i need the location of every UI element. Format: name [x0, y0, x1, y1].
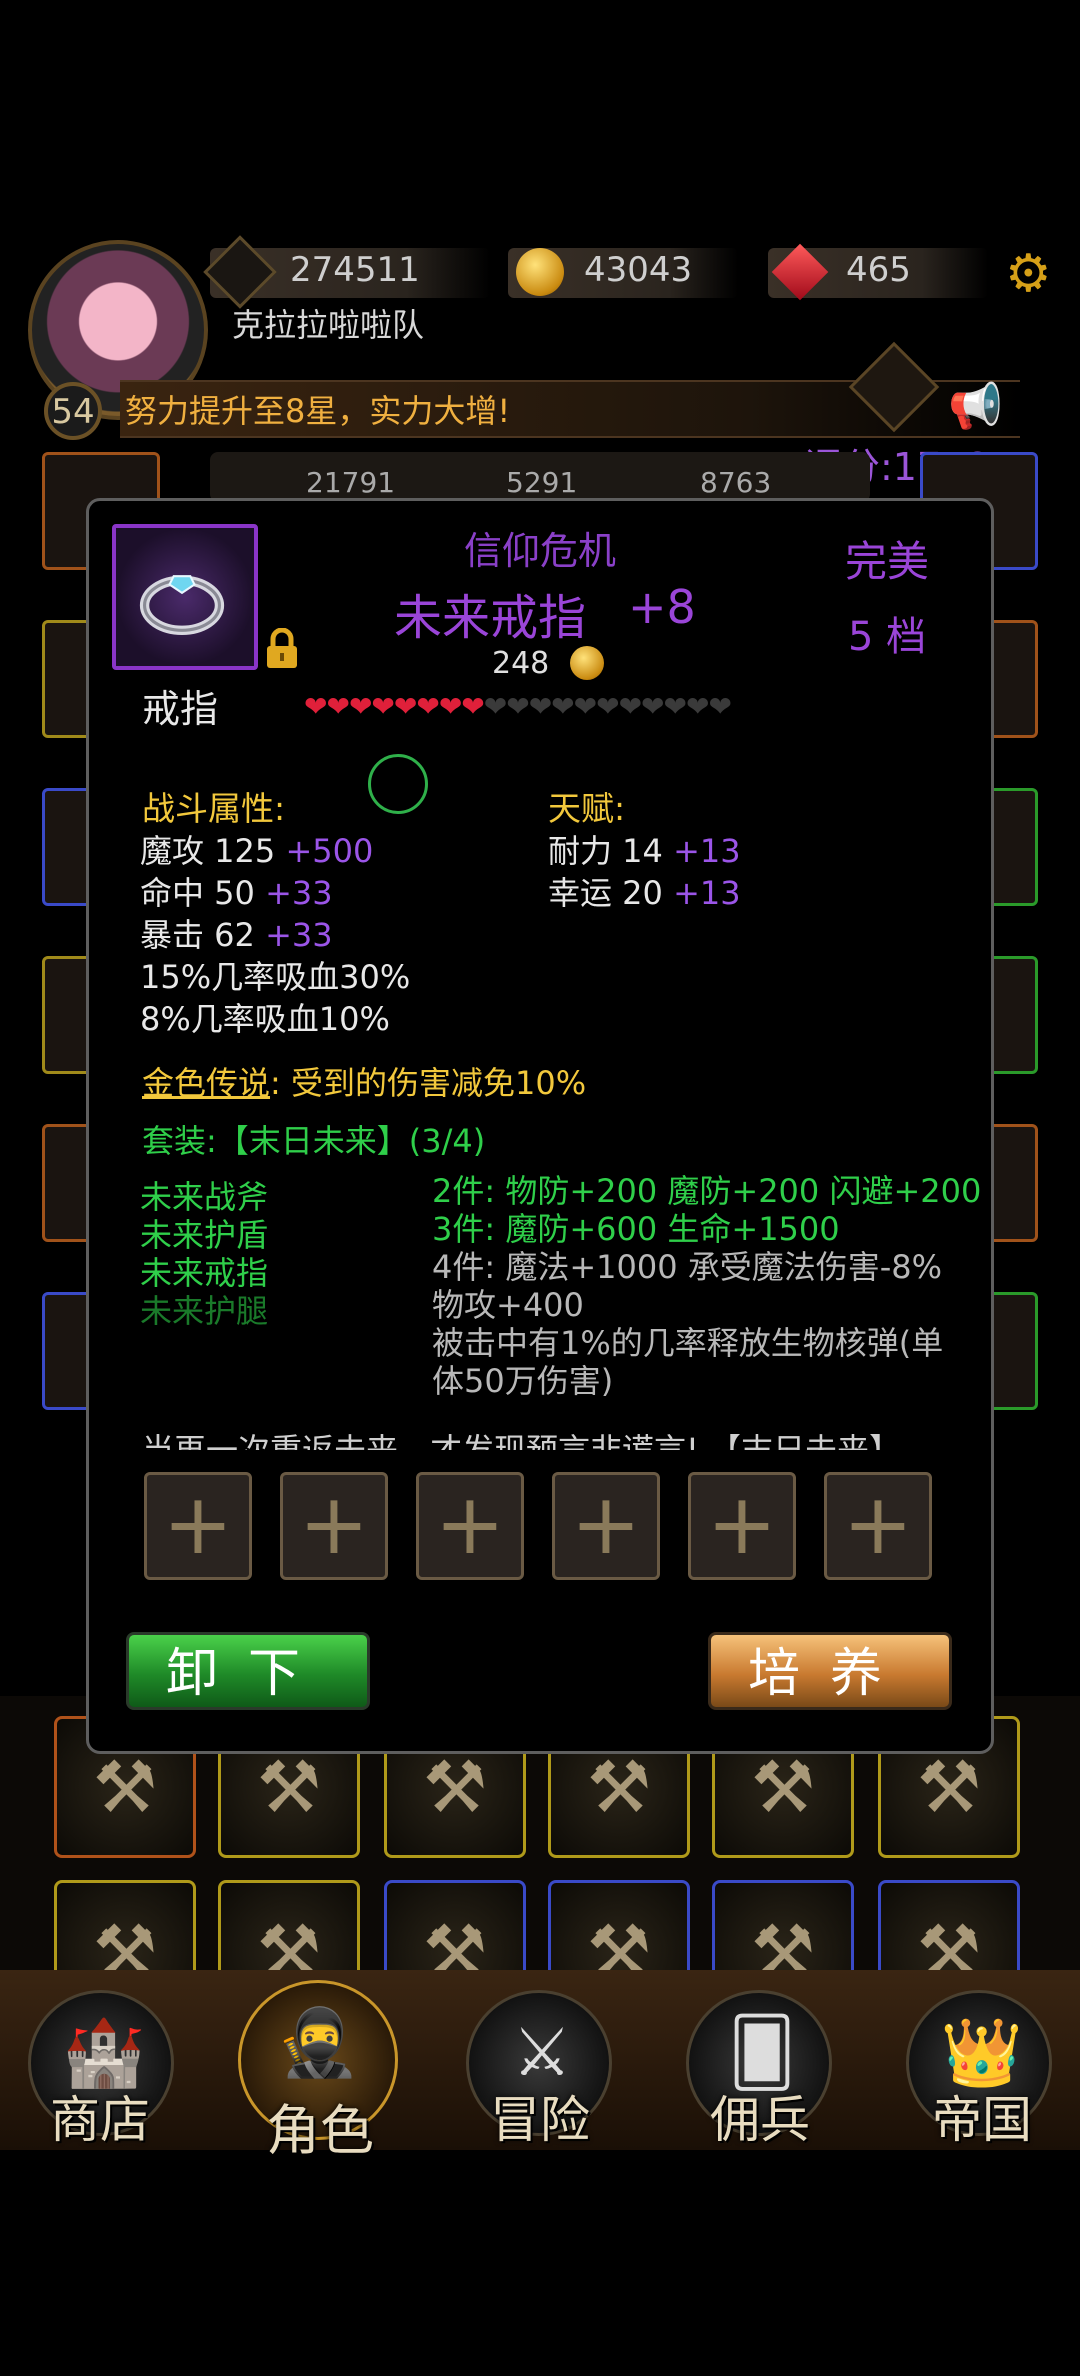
stat-defense-value: 8763 — [700, 466, 772, 499]
add-gem-icon: + — [842, 1475, 914, 1573]
train-button[interactable]: 培养 — [708, 1632, 952, 1710]
set-bonus: 2件: 物防+200 魔防+200 闪避+200 — [432, 1172, 982, 1210]
combat-attr: 15%几率吸血30% — [140, 958, 411, 996]
set-bonus: 3件: 魔防+600 生命+1500 — [432, 1210, 840, 1248]
gem-slot[interactable]: + — [144, 1472, 252, 1580]
heart-filled-icon: ❤ — [438, 690, 462, 723]
set-bonus: 被击中有1%的几率释放生物核弹(单 — [432, 1324, 944, 1362]
heart-empty-icon: ❤ — [685, 690, 709, 723]
heart-empty-icon: ❤ — [483, 690, 507, 723]
set-title: 套装:【末日未来】(3/4) — [142, 1122, 486, 1160]
item-quality: 完美 — [845, 537, 930, 586]
gem-value: 465 — [846, 250, 911, 290]
heart-filled-icon: ❤ — [461, 690, 484, 723]
gem-slot[interactable]: + — [552, 1472, 660, 1580]
gold-coin-icon — [570, 646, 604, 680]
gem-slot[interactable]: + — [688, 1472, 796, 1580]
item-enhance-level: +8 — [628, 580, 696, 634]
heart-empty-icon: ❤ — [641, 690, 664, 723]
golden-legend-line: 金色传说: 受到的伤害减免10% — [142, 1064, 587, 1102]
combat-attr: 命中 50 +33 — [140, 874, 333, 912]
star-rating-hearts: ❤❤❤❤❤❤❤❤❤❤❤❤❤❤❤❤❤❤❤ — [304, 690, 732, 723]
lock-icon[interactable] — [264, 628, 300, 670]
unequip-button[interactable]: 卸下 — [126, 1632, 370, 1710]
heart-empty-icon: ❤ — [708, 690, 731, 723]
item-name: 未来戒指 — [394, 590, 587, 646]
item-lore-text: 当再一次重返未来，才发现预言非谎言! 【末日未来】 — [142, 1431, 902, 1450]
heart-empty-icon: ❤ — [506, 690, 529, 723]
add-gem-icon: + — [298, 1475, 370, 1573]
power-value: 274511 — [290, 250, 420, 290]
announcement-horn-icon[interactable]: 📢 — [948, 380, 1003, 432]
add-gem-icon: + — [570, 1475, 642, 1573]
heart-filled-icon: ❤ — [393, 690, 417, 723]
set-piece: 未来护腿 — [140, 1292, 269, 1330]
item-type-label: 戒指 — [142, 687, 219, 731]
heart-empty-icon: ❤ — [663, 690, 687, 723]
nav-empire-label: 帝国 — [932, 2091, 1032, 2149]
heart-filled-icon: ❤ — [348, 690, 372, 723]
stat-attack-value: 21791 — [306, 466, 396, 499]
add-gem-icon: + — [162, 1475, 234, 1573]
gold-coin-icon — [516, 248, 564, 296]
add-gem-icon: + — [706, 1475, 778, 1573]
item-price: 248 — [492, 646, 550, 681]
notice-text: 努力提升至8星，实力大增! — [125, 392, 511, 430]
combat-attr: 暴击 62 +33 — [140, 916, 333, 954]
nav-adventure-label: 冒险 — [490, 2091, 590, 2149]
heart-filled-icon: ❤ — [416, 690, 439, 723]
add-gem-icon: + — [434, 1475, 506, 1573]
nav-shop-label: 商店 — [50, 2091, 150, 2149]
heart-empty-icon: ❤ — [551, 690, 574, 723]
heart-filled-icon: ❤ — [304, 690, 327, 723]
set-bonus: 4件: 魔法+1000 承受魔法伤害-8% — [432, 1248, 943, 1286]
combat-attrs-title: 战斗属性: — [142, 789, 286, 828]
heart-filled-icon: ❤ — [326, 690, 349, 723]
nav-character-label: 角色 — [266, 2099, 374, 2162]
player-name: 克拉拉啦啦队 — [232, 306, 425, 344]
equipment-stats-strip: 21791 5291 8763 — [210, 452, 870, 502]
golden-legend-link[interactable]: 金色传说 — [142, 1064, 270, 1102]
combat-attr: 8%几率吸血10% — [140, 1000, 390, 1038]
nav-mercenary-label: 佣兵 — [710, 2091, 810, 2149]
heart-empty-icon: ❤ — [573, 690, 597, 723]
hooded-hero-icon: 🥷 — [276, 2004, 360, 2081]
set-bonus: 体50万伤害) — [432, 1362, 614, 1400]
talent-title: 天赋: — [548, 789, 626, 828]
stat-sword-value: 5291 — [506, 466, 578, 499]
settings-gear-icon[interactable]: ⚙ — [1005, 248, 1052, 300]
gold-value: 43043 — [584, 250, 693, 290]
heart-filled-icon: ❤ — [371, 690, 394, 723]
gem-slot[interactable]: + — [416, 1472, 524, 1580]
heart-empty-icon: ❤ — [618, 690, 642, 723]
talent-attr: 耐力 14 +13 — [548, 832, 741, 870]
gem-slot[interactable]: + — [824, 1472, 932, 1580]
set-bonus: 物攻+400 — [432, 1286, 584, 1324]
touch-indicator — [368, 754, 428, 814]
heart-empty-icon: ❤ — [596, 690, 619, 723]
player-level-badge: 54 — [44, 382, 102, 440]
item-tier: 5 档 — [848, 614, 927, 660]
talent-attr: 幸运 20 +13 — [548, 874, 741, 912]
gem-slot[interactable]: + — [280, 1472, 388, 1580]
heart-empty-icon: ❤ — [528, 690, 552, 723]
combat-attr: 魔攻 125 +500 — [140, 832, 374, 870]
